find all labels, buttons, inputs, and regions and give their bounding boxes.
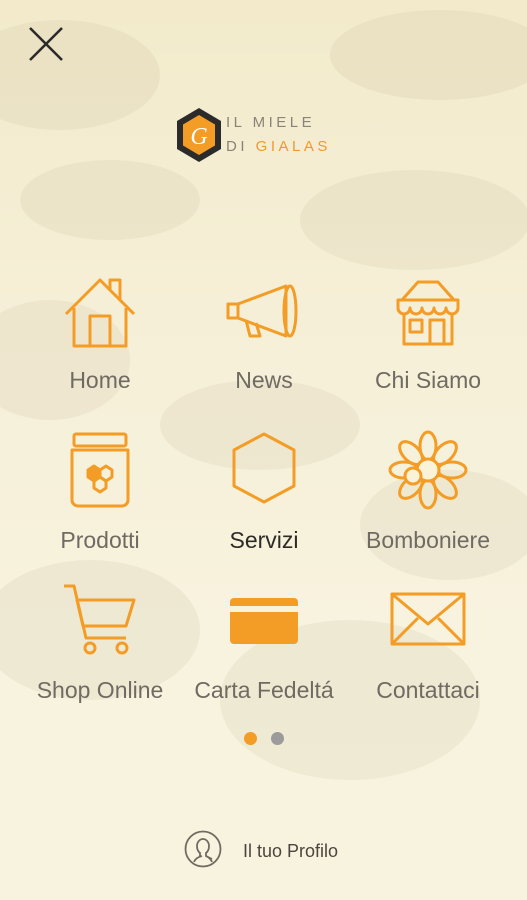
menu-item-label: Carta Fedeltá [194, 677, 334, 703]
menu-item-shop-online[interactable]: Shop Online [12, 580, 188, 720]
menu-item-news[interactable]: News [176, 270, 352, 410]
profile-icon [184, 830, 222, 868]
menu-item-label: Chi Siamo [374, 367, 482, 393]
envelope-icon [390, 592, 466, 646]
brand-logo: G IL MIELE DI GIALAS [174, 106, 374, 164]
menu-item-label: Home [69, 367, 131, 393]
shop-icon [396, 280, 460, 346]
hexagon-icon [232, 432, 296, 504]
menu-item-bomboniere[interactable]: Bomboniere [340, 430, 516, 570]
cart-icon [64, 584, 136, 655]
flower-icon [388, 430, 468, 510]
menu-item-home[interactable]: Home [12, 270, 188, 410]
menu-item-servizi[interactable]: Servizi [176, 430, 352, 570]
close-icon[interactable] [24, 22, 68, 66]
menu-item-chi-siamo[interactable]: Chi Siamo [340, 270, 516, 410]
menu-item-label: Prodotti [60, 527, 140, 553]
menu-item-prodotti[interactable]: Prodotti [12, 430, 188, 570]
page-dot-active[interactable] [244, 732, 257, 745]
logo-line2: DI GIALAS [226, 138, 331, 155]
logo-letter: G [190, 124, 207, 150]
page-dot[interactable] [271, 732, 284, 745]
profile-label: Il tuo Profilo [243, 841, 339, 861]
menu-item-label: Contattaci [376, 677, 480, 703]
logo-hexagon-icon: G [177, 108, 221, 162]
menu-item-label: Servizi [229, 527, 299, 553]
menu-item-label: Shop Online [36, 677, 164, 703]
logo-line1: IL MIELE [226, 114, 316, 131]
honey-jar-icon [70, 432, 130, 508]
card-icon [230, 598, 298, 644]
menu-item-carta-fedelta[interactable]: Carta Fedeltá [176, 580, 352, 720]
home-icon [64, 278, 136, 348]
menu-item-contattaci[interactable]: Contattaci [340, 580, 516, 720]
page-indicator [244, 732, 294, 746]
menu-item-label: News [235, 367, 293, 393]
profile-button[interactable]: Il tuo Profilo [184, 830, 374, 870]
megaphone-icon [226, 284, 298, 338]
menu-item-label: Bomboniere [365, 527, 491, 553]
